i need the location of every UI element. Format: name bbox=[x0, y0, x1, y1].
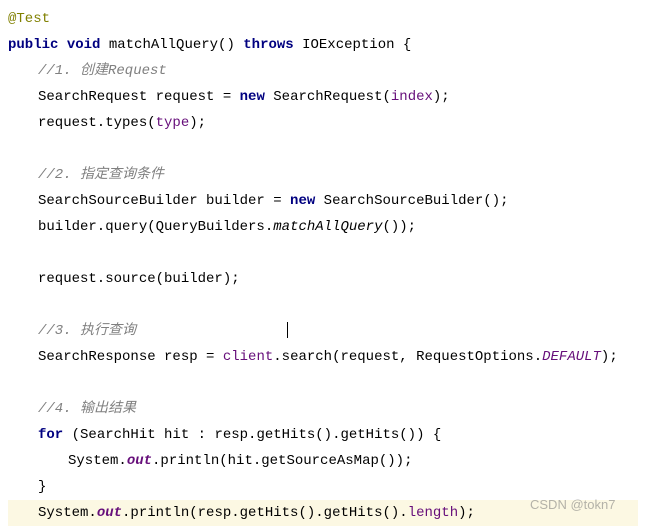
code: System. bbox=[68, 453, 127, 469]
code-line-method-sig: public void matchAllQuery() throws IOExc… bbox=[8, 32, 638, 58]
code: builder.query(QueryBuilders. bbox=[38, 219, 273, 235]
code-line: request.types(type); bbox=[8, 110, 638, 136]
field-type: type bbox=[156, 115, 190, 131]
watermark: CSDN @tokn7 bbox=[530, 492, 615, 518]
code-line-comment: //4. 输出结果 bbox=[8, 396, 638, 422]
code-line-comment: //3. 执行查询 bbox=[8, 318, 638, 344]
code: SearchSourceBuilder builder = bbox=[38, 193, 290, 209]
code-line: builder.query(QueryBuilders.matchAllQuer… bbox=[8, 214, 638, 240]
code-line: SearchSourceBuilder builder = new Search… bbox=[8, 188, 638, 214]
code-line: for (SearchHit hit : resp.getHits().getH… bbox=[8, 422, 638, 448]
field-out: out bbox=[97, 505, 122, 521]
code-line: SearchResponse resp = client.search(requ… bbox=[8, 344, 638, 370]
code: .search(request, RequestOptions. bbox=[273, 349, 542, 365]
blank-line bbox=[8, 136, 638, 162]
comment: //3. 执行查询 bbox=[38, 323, 136, 339]
code-line-annotation: @Test bbox=[8, 6, 638, 32]
field-out: out bbox=[127, 453, 152, 469]
code: request.source(builder); bbox=[38, 271, 240, 287]
constant-default: DEFAULT bbox=[542, 349, 601, 365]
code: SearchRequest( bbox=[265, 89, 391, 105]
code: (SearchHit hit : resp.getHits().getHits(… bbox=[63, 427, 441, 443]
comment: //2. 指定查询条件 bbox=[38, 167, 164, 183]
code: SearchRequest request = bbox=[38, 89, 240, 105]
kw-public: public bbox=[8, 37, 58, 53]
code: ); bbox=[433, 89, 450, 105]
code: SearchResponse resp = bbox=[38, 349, 223, 365]
code: System. bbox=[38, 505, 97, 521]
blank-line bbox=[8, 292, 638, 318]
blank-line bbox=[8, 240, 638, 266]
code-line-comment: //1. 创建Request bbox=[8, 58, 638, 84]
method-matchallquery: matchAllQuery bbox=[273, 219, 382, 235]
code: SearchSourceBuilder(); bbox=[315, 193, 508, 209]
kw-for: for bbox=[38, 427, 63, 443]
code-line-comment: //2. 指定查询条件 bbox=[8, 162, 638, 188]
code: request.types( bbox=[38, 115, 156, 131]
comment: //1. 创建Request bbox=[38, 63, 167, 79]
code: .println(hit.getSourceAsMap()); bbox=[152, 453, 412, 469]
code: ); bbox=[458, 505, 475, 521]
code: .println(resp.getHits().getHits(). bbox=[122, 505, 408, 521]
exception: IOException { bbox=[294, 37, 412, 53]
field-length: length bbox=[408, 505, 458, 521]
kw-new: new bbox=[290, 193, 315, 209]
code-line: request.source(builder); bbox=[8, 266, 638, 292]
code: ); bbox=[189, 115, 206, 131]
kw-new: new bbox=[240, 89, 265, 105]
text-cursor bbox=[287, 322, 288, 338]
code-line: SearchRequest request = new SearchReques… bbox=[8, 84, 638, 110]
annotation-test: @Test bbox=[8, 11, 50, 27]
code: } bbox=[38, 479, 46, 495]
kw-void: void bbox=[67, 37, 101, 53]
comment: //4. 输出结果 bbox=[38, 401, 136, 417]
code-block: @Test public void matchAllQuery() throws… bbox=[8, 6, 638, 526]
method-name: matchAllQuery() bbox=[100, 37, 243, 53]
code: ()); bbox=[382, 219, 416, 235]
kw-throws: throws bbox=[243, 37, 293, 53]
field-index: index bbox=[391, 89, 433, 105]
blank-line bbox=[8, 370, 638, 396]
field-client: client bbox=[223, 349, 273, 365]
code-line: System.out.println(hit.getSourceAsMap())… bbox=[8, 448, 638, 474]
code: ); bbox=[601, 349, 618, 365]
